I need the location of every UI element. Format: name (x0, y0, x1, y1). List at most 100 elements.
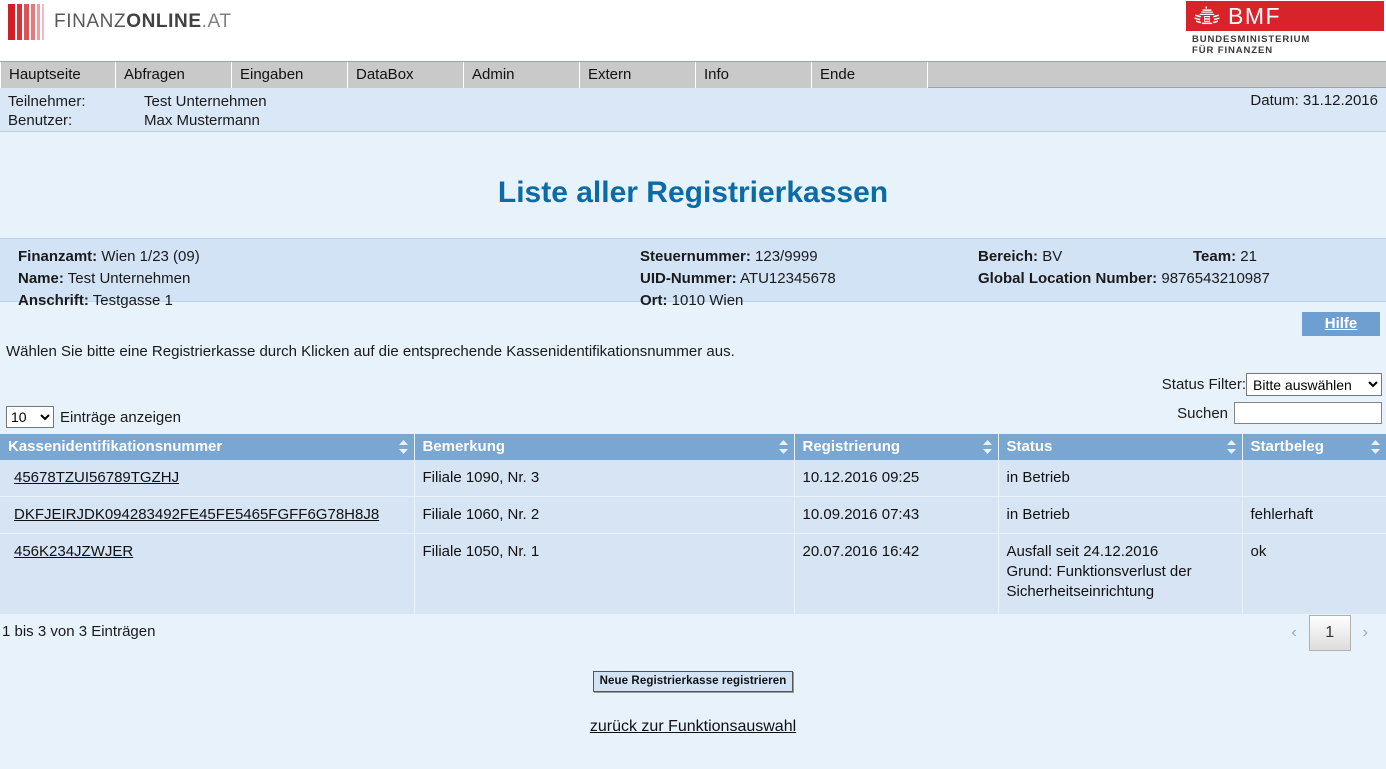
team-label: Team: (1193, 248, 1237, 265)
col-header-kassenidentifikationsnummer[interactable]: Kassenidentifikationsnummer (0, 434, 415, 460)
steuernummer-label: Steuernummer: (640, 248, 751, 265)
col-header-registrierung[interactable]: Registrierung (794, 434, 999, 460)
bmf-subtitle: BUNDESMINISTERIUM FÜR FINANZEN (1186, 31, 1384, 58)
nav-item-ende[interactable]: Ende (812, 62, 928, 88)
cell-startbeleg: fehlerhaft (1242, 496, 1386, 534)
col-label-bemerkung: Bemerkung (422, 438, 506, 455)
table-row: 456K234JZWJER Filiale 1050, Nr. 1 20.07.… (0, 533, 1386, 615)
uid-label: UID-Nummer: (640, 270, 737, 287)
app-header: FINANZONLINE.AT BMF BUNDESMINISTERIUM FÜ… (0, 0, 1386, 62)
cell-kassenid: 456K234JZWJER (0, 533, 415, 615)
page-length-select[interactable]: 10 (6, 406, 54, 428)
bmf-red-band: BMF (1186, 1, 1384, 31)
nav-item-databox[interactable]: DataBox (348, 62, 464, 88)
logo-bold: ONLINE (126, 11, 202, 32)
table-footer: 1 bis 3 von 3 Einträgen ‹ 1 › (0, 615, 1386, 657)
info-column-team: Team: 21 (1193, 246, 1257, 268)
bmf-subtitle-line1: BUNDESMINISTERIUM (1192, 34, 1311, 45)
cell-registrierung: 10.12.2016 09:25 (794, 460, 999, 497)
nav-item-hauptseite[interactable]: Hauptseite (0, 62, 116, 88)
cell-startbeleg (1242, 460, 1386, 497)
bereich-value: BV (1042, 248, 1063, 265)
benutzer-row: Benutzer: Max Mustermann (8, 111, 1386, 130)
help-bar: Hilfe (0, 302, 1386, 338)
teilnehmer-row: Teilnehmer: Test Unternehmen (8, 92, 1386, 111)
finanzamt-line: Finanzamt: Wien 1/23 (09) (18, 246, 200, 268)
cell-status: in Betrieb (998, 496, 1243, 534)
taxpayer-info-box: Finanzamt: Wien 1/23 (09) Name: Test Unt… (0, 238, 1386, 309)
main-navigation: Hauptseite Abfragen Eingaben DataBox Adm… (0, 62, 1386, 88)
status-filter-label: Status Filter: (1161, 376, 1246, 393)
teilnehmer-value: Test Unternehmen (144, 93, 267, 110)
kassenid-link[interactable]: 45678TZUI56789TGZHJ (14, 469, 179, 486)
cell-startbeleg: ok (1242, 533, 1386, 615)
gln-label: Global Location Number: (978, 270, 1158, 287)
page-title: Liste aller Registrierkassen (497, 176, 889, 209)
finanzonline-wordmark: FINANZONLINE.AT (54, 11, 232, 33)
finanzonline-logo: FINANZONLINE.AT (8, 2, 232, 42)
page-length-row: 10 Einträge anzeigen (0, 404, 1386, 430)
benutzer-value: Max Mustermann (144, 112, 260, 129)
finanzamt-value: Wien 1/23 (09) (101, 248, 200, 265)
uid-value: ATU12345678 (740, 270, 836, 287)
cell-kassenid: DKFJEIRJDK094283492FE45FE5465FGFF6G78H8J… (0, 496, 415, 534)
sort-icon[interactable] (1226, 440, 1236, 454)
cell-kassenid: 45678TZUI56789TGZHJ (0, 460, 415, 497)
registrierkassen-table: Kassenidentifikationsnummer Bemerkung Re… (0, 434, 1386, 615)
status-filter-row: Status Filter: Bitte auswählen (0, 372, 1386, 402)
table-header-row: Kassenidentifikationsnummer Bemerkung Re… (0, 434, 1386, 460)
sort-icon[interactable] (1371, 440, 1380, 454)
status-filter-select[interactable]: Bitte auswählen (1246, 373, 1382, 396)
bmf-subtitle-line2: FÜR FINANZEN (1192, 45, 1273, 56)
back-link-wrap: zurück zur Funktionsauswahl (0, 692, 1386, 736)
nav-item-admin[interactable]: Admin (464, 62, 580, 88)
uid-line: UID-Nummer: ATU12345678 (640, 268, 836, 290)
pagination-prev-button[interactable]: ‹ (1279, 616, 1308, 650)
pagination-page-1[interactable]: 1 (1308, 615, 1351, 651)
nav-item-abfragen[interactable]: Abfragen (116, 62, 232, 88)
gln-line: Global Location Number: 9876543210987 (978, 268, 1270, 290)
bmf-wordmark: BMF (1228, 2, 1282, 29)
main-content: Hilfe Wählen Sie bitte eine Registrierka… (0, 302, 1386, 736)
logo-pre: FINANZ (54, 11, 127, 32)
col-label-status: Status (1006, 438, 1053, 455)
page-length-label: Einträge anzeigen (60, 408, 181, 426)
team-value: 21 (1240, 248, 1257, 265)
table-row: DKFJEIRJDK094283492FE45FE5465FGFF6G78H8J… (0, 496, 1386, 534)
cell-bemerkung: Filiale 1060, Nr. 2 (414, 496, 795, 534)
bereich-label: Bereich: (978, 248, 1039, 265)
logo-suffix: .AT (201, 11, 232, 32)
sort-icon[interactable] (398, 440, 408, 454)
kassenid-link[interactable]: DKFJEIRJDK094283492FE45FE5465FGFF6G78H8J… (14, 506, 379, 523)
teilnehmer-label: Teilnehmer: (8, 93, 86, 110)
finanzamt-label: Finanzamt: (18, 248, 98, 265)
nav-item-eingaben[interactable]: Eingaben (232, 62, 348, 88)
nav-item-info[interactable]: Info (696, 62, 812, 88)
kassenid-link[interactable]: 456K234JZWJER (14, 543, 133, 560)
neue-registrierkasse-registrieren-button[interactable]: Neue Registrierkasse registrieren (592, 671, 794, 692)
sort-icon[interactable] (982, 440, 992, 454)
col-label-kassenid: Kassenidentifikationsnummer (8, 438, 223, 455)
table-row: 45678TZUI56789TGZHJ Filiale 1090, Nr. 3 … (0, 460, 1386, 497)
col-header-status[interactable]: Status (998, 434, 1243, 460)
bmf-logo: BMF BUNDESMINISTERIUM FÜR FINANZEN (1186, 1, 1384, 58)
user-info-bar: Teilnehmer: Test Unternehmen Benutzer: M… (0, 88, 1386, 132)
table-body: 45678TZUI56789TGZHJ Filiale 1090, Nr. 3 … (0, 460, 1386, 615)
pagination-next-button[interactable]: › (1351, 616, 1380, 650)
col-label-startbeleg: Startbeleg (1250, 438, 1324, 455)
sort-icon[interactable] (778, 440, 788, 454)
entries-info: 1 bis 3 von 3 Einträgen (2, 623, 156, 640)
back-to-funktionsauswahl-link[interactable]: zurück zur Funktionsauswahl (590, 718, 796, 735)
col-header-bemerkung[interactable]: Bemerkung (414, 434, 795, 460)
instruction-text: Wählen Sie bitte eine Registrierkasse du… (6, 343, 735, 360)
cell-status: in Betrieb (998, 460, 1243, 497)
steuernummer-line: Steuernummer: 123/9999 (640, 246, 836, 268)
col-label-registrierung: Registrierung (802, 438, 901, 455)
col-header-startbeleg[interactable]: Startbeleg (1242, 434, 1386, 460)
steuernummer-value: 123/9999 (755, 248, 818, 265)
nav-item-extern[interactable]: Extern (580, 62, 696, 88)
pagination: ‹ 1 › (1279, 615, 1380, 651)
name-value: Test Unternehmen (67, 270, 191, 287)
hilfe-button[interactable]: Hilfe (1302, 312, 1380, 336)
name-label: Name: (18, 270, 64, 287)
